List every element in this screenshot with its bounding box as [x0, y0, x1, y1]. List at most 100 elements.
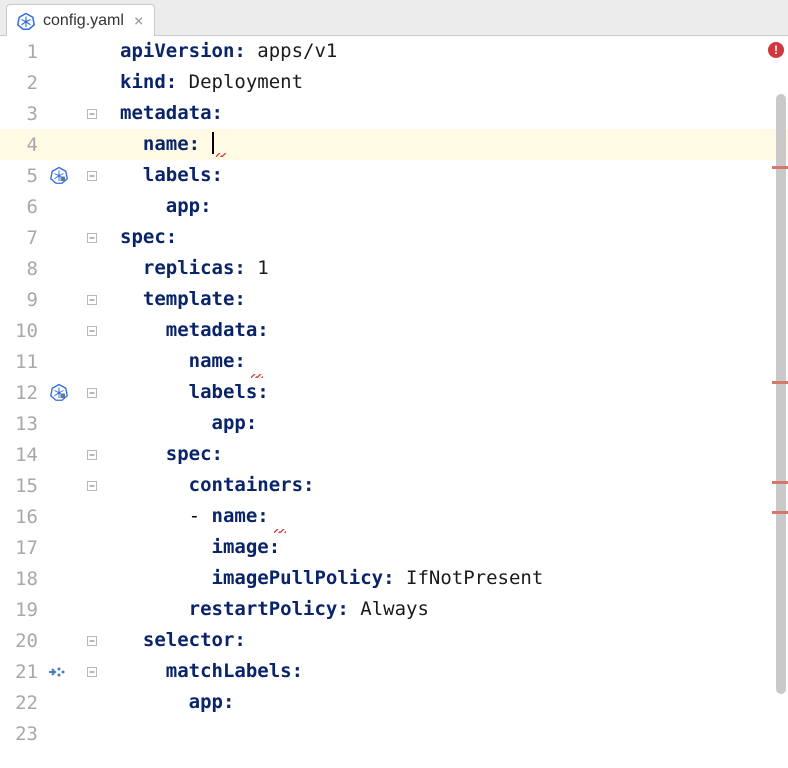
fold-toggle-icon[interactable] — [86, 108, 98, 120]
select-target-icon[interactable] — [48, 665, 66, 679]
line-number[interactable]: 22 — [0, 692, 46, 714]
line-number[interactable]: 5 — [0, 165, 46, 187]
gutter-icons — [46, 315, 100, 346]
code-line[interactable]: matchLabels: — [100, 656, 788, 687]
code-line[interactable]: name: — [100, 346, 788, 377]
gutter-row: 6 — [0, 191, 100, 222]
error-stripe[interactable] — [772, 511, 788, 514]
fold-toggle-icon[interactable] — [86, 294, 98, 306]
gutter-row: 12 — [0, 377, 100, 408]
line-number[interactable]: 16 — [0, 506, 46, 528]
code-line[interactable]: labels: — [100, 160, 788, 191]
line-number[interactable]: 2 — [0, 72, 46, 94]
line-number[interactable]: 17 — [0, 537, 46, 559]
line-number[interactable]: 12 — [0, 382, 46, 404]
gutter-row: 10 — [0, 315, 100, 346]
code-line[interactable]: containers: — [100, 470, 788, 501]
code-area[interactable]: apiVersion: apps/v1kind: Deploymentmetad… — [100, 36, 788, 768]
fold-toggle-icon[interactable] — [86, 232, 98, 244]
code-line[interactable]: template: — [100, 284, 788, 315]
code-line[interactable]: metadata: — [100, 98, 788, 129]
scrollbar-thumb[interactable] — [776, 94, 786, 694]
kubernetes-gutter-icon[interactable] — [50, 166, 70, 186]
fold-toggle-icon[interactable] — [86, 325, 98, 337]
code-line[interactable] — [100, 718, 788, 749]
gutter-icons — [46, 253, 100, 284]
code-line[interactable]: app: — [100, 408, 788, 439]
gutter-row: 20 — [0, 625, 100, 656]
gutter-icons — [46, 532, 100, 563]
line-number[interactable]: 8 — [0, 258, 46, 280]
line-number[interactable]: 11 — [0, 351, 46, 373]
gutter-row: 17 — [0, 532, 100, 563]
gutter-row: 19 — [0, 594, 100, 625]
gutter-icons — [46, 501, 100, 532]
gutter-row: 5 — [0, 160, 100, 191]
fold-toggle-icon[interactable] — [86, 666, 98, 678]
line-number[interactable]: 18 — [0, 568, 46, 590]
fold-toggle-icon[interactable] — [86, 387, 98, 399]
gutter-row: 13 — [0, 408, 100, 439]
line-number[interactable]: 19 — [0, 599, 46, 621]
error-stripe[interactable] — [772, 166, 788, 169]
code-line[interactable]: spec: — [100, 222, 788, 253]
kubernetes-gutter-icon[interactable] — [50, 383, 70, 403]
gutter-icons — [46, 346, 100, 377]
line-number[interactable]: 15 — [0, 475, 46, 497]
line-number[interactable]: 7 — [0, 227, 46, 249]
line-number[interactable]: 4 — [0, 134, 46, 156]
tab-filename: config.yaml — [43, 12, 124, 30]
fold-toggle-icon[interactable] — [86, 635, 98, 647]
gutter-icons — [46, 439, 100, 470]
gutter-icons — [46, 67, 100, 98]
line-number[interactable]: 9 — [0, 289, 46, 311]
code-line[interactable]: app: — [100, 687, 788, 718]
gutter-icons — [46, 718, 100, 749]
line-number[interactable]: 13 — [0, 413, 46, 435]
gutter-icons — [46, 470, 100, 501]
code-line[interactable]: spec: — [100, 439, 788, 470]
code-line[interactable]: labels: — [100, 377, 788, 408]
kubernetes-icon — [17, 12, 35, 30]
gutter-icons — [46, 36, 100, 67]
gutter-icons — [46, 625, 100, 656]
line-number[interactable]: 14 — [0, 444, 46, 466]
code-line[interactable]: imagePullPolicy: IfNotPresent — [100, 563, 788, 594]
gutter-row: 14 — [0, 439, 100, 470]
gutter-row: 22 — [0, 687, 100, 718]
fold-toggle-icon[interactable] — [86, 170, 98, 182]
code-line[interactable]: image: — [100, 532, 788, 563]
fold-toggle-icon[interactable] — [86, 449, 98, 461]
error-stripe[interactable] — [772, 481, 788, 484]
line-number[interactable]: 3 — [0, 103, 46, 125]
code-line[interactable]: kind: Deployment — [100, 67, 788, 98]
gutter-row: 11 — [0, 346, 100, 377]
gutter-row: 2 — [0, 67, 100, 98]
editor: 1234567891011121314151617181920212223 ap… — [0, 36, 788, 768]
error-squiggle — [216, 153, 226, 157]
code-line[interactable]: restartPolicy: Always — [100, 594, 788, 625]
close-icon[interactable]: × — [134, 11, 144, 30]
code-line[interactable]: - name: — [100, 501, 788, 532]
line-number[interactable]: 10 — [0, 320, 46, 342]
error-badge-icon[interactable]: ! — [768, 42, 784, 58]
line-number[interactable]: 20 — [0, 630, 46, 652]
code-line[interactable]: replicas: 1 — [100, 253, 788, 284]
code-line[interactable]: apiVersion: apps/v1 — [100, 36, 788, 67]
gutter-icons — [46, 129, 100, 160]
code-line[interactable]: name: — [100, 129, 788, 160]
fold-toggle-icon[interactable] — [86, 480, 98, 492]
line-number[interactable]: 6 — [0, 196, 46, 218]
code-line[interactable]: metadata: — [100, 315, 788, 346]
gutter-icons — [46, 594, 100, 625]
line-number[interactable]: 1 — [0, 41, 46, 63]
gutter-row: 3 — [0, 98, 100, 129]
line-number[interactable]: 21 — [0, 661, 46, 683]
code-line[interactable]: app: — [100, 191, 788, 222]
gutter-icons — [46, 284, 100, 315]
error-stripe[interactable] — [772, 381, 788, 384]
code-line[interactable]: selector: — [100, 625, 788, 656]
file-tab[interactable]: config.yaml × — [6, 4, 155, 36]
gutter-row: 23 — [0, 718, 100, 749]
line-number[interactable]: 23 — [0, 723, 46, 745]
